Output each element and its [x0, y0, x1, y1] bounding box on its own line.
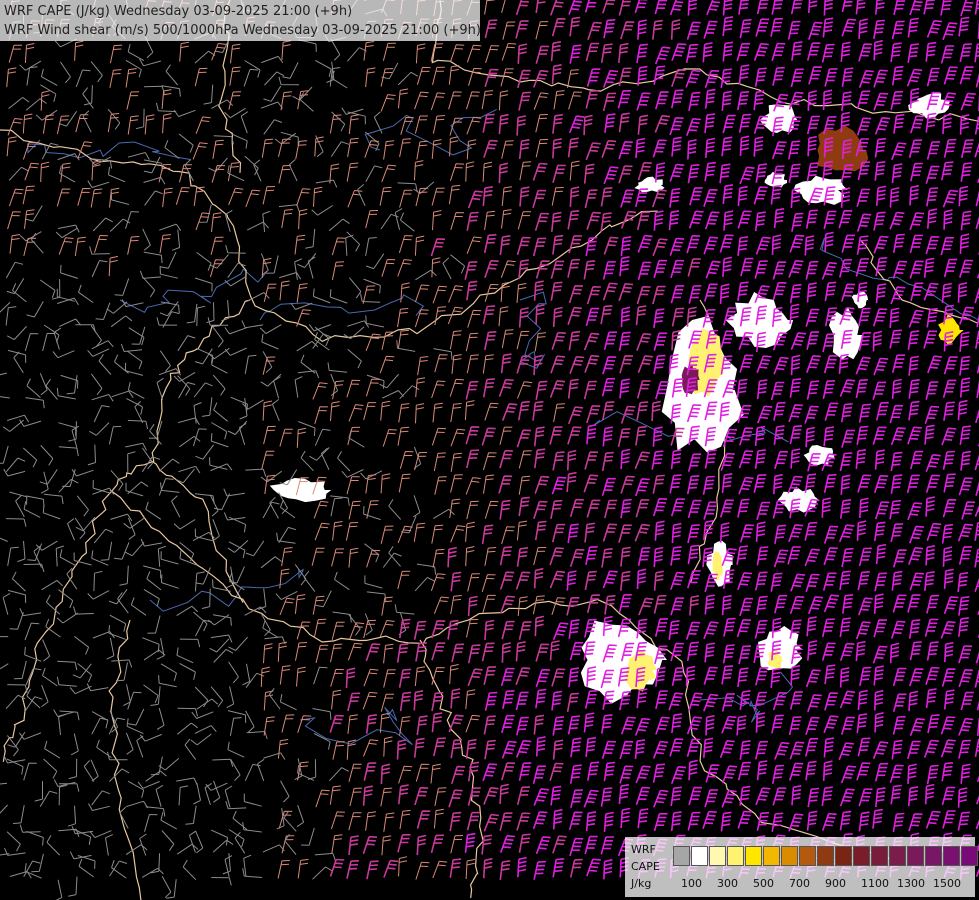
map-title-box: WRF CAPE (J/kg) Wednesday 03-09-2025 21:…	[0, 0, 481, 41]
cape-legend: WRF CAPE J/kg 100 300 500 700 900 1100 1300 150…	[625, 837, 978, 897]
legend-swatch	[889, 846, 906, 866]
legend-swatch	[745, 846, 762, 866]
legend-swatch	[961, 846, 978, 866]
legend-swatch	[943, 846, 960, 866]
legend-tick-label: 900	[825, 877, 846, 890]
legend-tick-label: 700	[789, 877, 810, 890]
legend-swatch	[691, 846, 708, 866]
legend-swatch	[781, 846, 798, 866]
title-wind-shear: WRF Wind shear (m/s) 500/1000hPa Wednesd…	[4, 23, 481, 38]
legend-swatch	[817, 846, 834, 866]
legend-tick-label: 100	[681, 877, 702, 890]
legend-swatch	[925, 846, 942, 866]
legend-tick-label: 1300	[897, 877, 925, 890]
weather-map	[0, 0, 979, 900]
title-cape: WRF CAPE (J/kg) Wednesday 03-09-2025 21:…	[4, 4, 353, 19]
legend-swatch	[763, 846, 780, 866]
legend-tick-label: 1500	[933, 877, 961, 890]
legend-swatch	[799, 846, 816, 866]
legend-swatch	[709, 846, 726, 866]
legend-label-cape: CAPE	[631, 860, 660, 873]
legend-swatch	[853, 846, 870, 866]
legend-swatch	[673, 846, 690, 866]
legend-tick-label: 300	[717, 877, 738, 890]
legend-swatch	[835, 846, 852, 866]
legend-swatch	[871, 846, 888, 866]
legend-tick-label: 500	[753, 877, 774, 890]
legend-label-unit: J/kg	[631, 877, 652, 890]
legend-swatch	[907, 846, 924, 866]
legend-label-wrf: WRF	[631, 843, 656, 856]
legend-swatch	[727, 846, 744, 866]
legend-color-scale	[673, 846, 979, 866]
legend-tick-label: 1100	[861, 877, 889, 890]
